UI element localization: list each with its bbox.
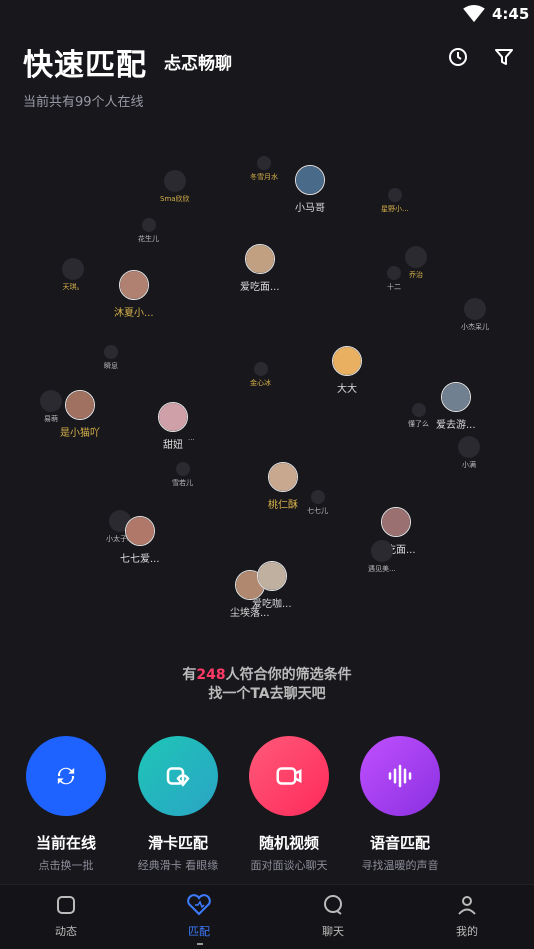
avatar: [244, 244, 275, 274]
user-node[interactable]: 爱去游...: [436, 382, 476, 431]
heart-icon: [187, 894, 211, 916]
user-node[interactable]: 星野小...: [381, 188, 409, 214]
avatar: [65, 390, 95, 420]
avatar: [256, 561, 287, 591]
feature-swipe-button[interactable]: 滑卡匹配 经典滑卡 看眼缘: [123, 736, 233, 873]
online-count-text: 当前共有99个人在线: [23, 95, 144, 110]
bottom-tab-bar: 动态 匹配 聊天 我的: [0, 884, 534, 949]
tab-match[interactable]: 匹配: [159, 893, 239, 939]
filter-icon[interactable]: [492, 45, 516, 69]
cards-icon[interactable]: [138, 736, 218, 816]
brand-logo: 忐忑畅聊: [164, 54, 232, 74]
status-bar: 4:45: [0, 0, 534, 30]
avatar: [411, 403, 426, 417]
page-title: 快速匹配: [23, 48, 147, 83]
avatar: [253, 362, 268, 376]
wifi-icon: [463, 5, 485, 23]
match-hint: 找一个TA去聊天吧: [208, 686, 326, 702]
tab-profile[interactable]: 我的: [427, 893, 507, 939]
avatar: [163, 170, 186, 192]
user-node[interactable]: 花生儿: [138, 218, 159, 244]
avatar: [310, 490, 325, 504]
avatar: [380, 507, 411, 537]
feature-online-button[interactable]: 当前在线 点击换一批: [11, 736, 121, 873]
avatar: [268, 462, 298, 492]
user-node[interactable]: 金心冰: [250, 362, 271, 388]
user-node[interactable]: 是小猫吖: [60, 390, 100, 439]
square-icon: [57, 896, 75, 914]
avatar: [104, 345, 118, 359]
avatar: [405, 246, 427, 268]
tab-chat[interactable]: 聊天: [293, 893, 373, 939]
user-node[interactable]: 雪若儿: [172, 462, 193, 488]
match-count-text: 有248人符合你的筛选条件: [182, 667, 352, 683]
feature-voice-button[interactable]: 语音匹配 寻找温暖的声音: [345, 736, 455, 873]
user-node[interactable]: 十二: [387, 266, 401, 292]
user-node[interactable]: 七七爱...: [120, 516, 160, 565]
user-node[interactable]: 小马哥: [295, 165, 325, 214]
user-node[interactable]: 遇见美...: [368, 540, 396, 574]
avatar: [440, 382, 471, 412]
avatar: [332, 346, 362, 376]
user-node[interactable]: 大大: [332, 346, 362, 395]
avatar: [370, 540, 393, 562]
sound-wave-icon[interactable]: [360, 736, 440, 816]
avatar: [458, 436, 480, 458]
user-node[interactable]: 瞬息: [104, 345, 118, 371]
avatar: [175, 462, 190, 476]
avatar: [62, 258, 84, 280]
video-icon[interactable]: [249, 736, 329, 816]
avatar: [158, 402, 188, 432]
user-node[interactable]: 小杰呆儿: [461, 298, 489, 332]
user-map: Sma欣欣 冬雪月水 小马哥 星野小... 花生儿 爱吃面... 乔治 十二 天…: [0, 120, 534, 650]
user-node[interactable]: 沐夏小...: [114, 270, 154, 319]
refresh-icon[interactable]: [26, 736, 106, 816]
status-time: 4:45: [492, 5, 530, 23]
history-icon[interactable]: [446, 45, 470, 69]
person-icon: [458, 896, 476, 915]
user-node[interactable]: 懂了么: [408, 403, 429, 429]
avatar: [387, 266, 401, 280]
tab-indicator: [197, 943, 203, 945]
user-node[interactable]: Sma欣欣: [160, 170, 190, 204]
avatar: [257, 156, 271, 170]
user-node[interactable]: ...: [188, 432, 195, 442]
user-node[interactable]: 小满: [458, 436, 480, 470]
tab-feed[interactable]: 动态: [26, 893, 106, 939]
user-node[interactable]: 七七儿: [307, 490, 328, 516]
match-count: 248: [196, 667, 226, 683]
user-node[interactable]: 易萌: [40, 390, 62, 424]
user-node[interactable]: 桃仁酥: [268, 462, 298, 511]
avatar: [141, 218, 156, 232]
user-node[interactable]: 甜妞: [158, 402, 188, 451]
avatar: [118, 270, 149, 300]
avatar: [464, 298, 486, 320]
avatar: [295, 165, 325, 195]
user-node[interactable]: 爱吃面...: [240, 244, 280, 293]
chat-icon: [324, 895, 342, 915]
avatar: [124, 516, 155, 546]
user-node[interactable]: 爱吃咖...: [252, 561, 292, 610]
user-node[interactable]: 冬雪月水: [250, 156, 278, 182]
avatar: [40, 390, 62, 412]
feature-video-button[interactable]: 随机视频 面对面谈心聊天: [234, 736, 344, 873]
user-node[interactable]: 乔治: [405, 246, 427, 280]
avatar: [387, 188, 402, 202]
user-node[interactable]: 天琪。: [62, 258, 84, 292]
